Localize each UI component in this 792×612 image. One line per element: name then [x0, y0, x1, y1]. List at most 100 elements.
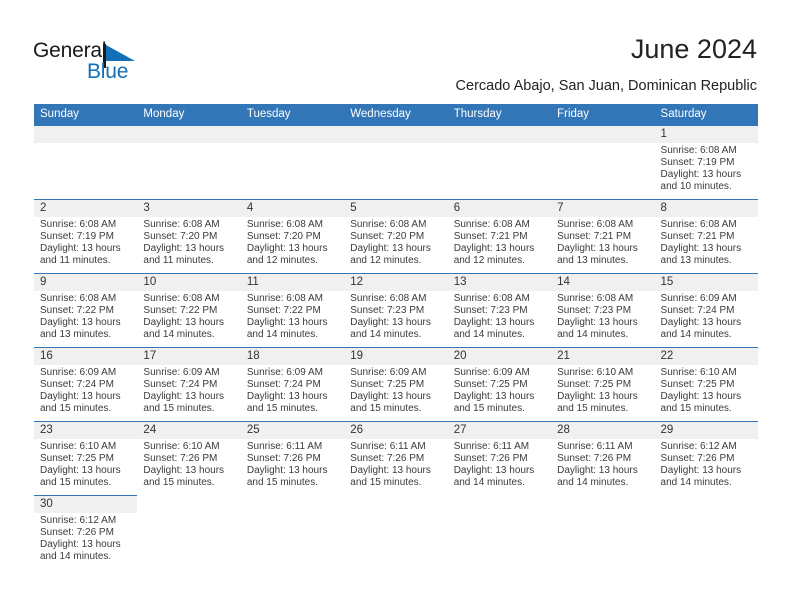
day-cell[interactable]: 23 Sunrise: 6:10 AM Sunset: 7:25 PM Dayligh… [34, 421, 138, 495]
weekday-header-sunday: Sunday [34, 104, 138, 125]
sunset-text: Sunset: 7:23 PM [557, 304, 632, 316]
day-number: 1 [654, 126, 758, 143]
day-number-band [344, 126, 448, 143]
sunset-text: Sunset: 7:20 PM [143, 230, 218, 242]
day-cell[interactable]: 15 Sunrise: 6:09 AM Sunset: 7:24 PM Dayligh… [654, 273, 758, 347]
sunset-text: Sunset: 7:21 PM [660, 230, 735, 242]
daylight-text-line2: and 14 minutes. [143, 328, 215, 340]
day-number-band [447, 126, 552, 143]
sunrise-text: Sunrise: 6:08 AM [660, 219, 737, 230]
day-detail: Sunrise: 6:08 AM Sunset: 7:22 PM Daylight:… [241, 291, 344, 341]
day-cell[interactable]: 16 Sunrise: 6:09 AM Sunset: 7:24 PM Dayligh… [34, 347, 138, 421]
day-cell[interactable]: 17 Sunrise: 6:09 AM Sunset: 7:24 PM Dayligh… [137, 347, 241, 421]
day-cell[interactable]: 1 Sunrise: 6:08 AM Sunset: 7:19 PM Daylight… [654, 125, 758, 199]
daylight-text-line1: Daylight: 13 hours [246, 316, 328, 328]
sunrise-text: Sunrise: 6:08 AM [40, 219, 117, 230]
day-detail: Sunrise: 6:08 AM Sunset: 7:20 PM Daylight:… [137, 217, 240, 267]
day-cell[interactable]: 30 Sunrise: 6:12 AM Sunset: 7:26 PM Dayligh… [34, 495, 138, 569]
calendar-cell-day: 13 Sunrise: 6:08 AM Sunset: 7:23 PM Dayligh… [447, 273, 552, 347]
day-detail: Sunrise: 6:11 AM Sunset: 7:26 PM Daylight:… [241, 439, 344, 489]
logo-text-general: General [33, 39, 107, 62]
day-cell[interactable]: 2 Sunrise: 6:08 AM Sunset: 7:19 PM Daylight… [34, 199, 138, 273]
daylight-text-line2: and 15 minutes. [40, 402, 112, 414]
calendar-cell-blank [447, 495, 552, 569]
day-cell-blank [447, 495, 552, 569]
sunrise-text: Sunrise: 6:09 AM [660, 293, 737, 304]
daylight-text-line2: and 14 minutes. [660, 328, 732, 340]
day-cell[interactable]: 12 Sunrise: 6:08 AM Sunset: 7:23 PM Dayligh… [344, 273, 448, 347]
sunrise-text: Sunrise: 6:08 AM [453, 219, 530, 230]
day-cell[interactable]: 6 Sunrise: 6:08 AM Sunset: 7:21 PM Daylight… [447, 199, 552, 273]
day-detail: Sunrise: 6:08 AM Sunset: 7:19 PM Daylight:… [34, 217, 137, 267]
day-cell[interactable]: 10 Sunrise: 6:08 AM Sunset: 7:22 PM Dayligh… [137, 273, 241, 347]
day-detail: Sunrise: 6:10 AM Sunset: 7:26 PM Daylight:… [137, 439, 240, 489]
day-detail: Sunrise: 6:08 AM Sunset: 7:23 PM Daylight:… [344, 291, 447, 341]
sunrise-text: Sunrise: 6:08 AM [557, 293, 634, 304]
day-cell[interactable]: 25 Sunrise: 6:11 AM Sunset: 7:26 PM Dayligh… [240, 421, 345, 495]
general-blue-logo[interactable]: General Blue [33, 40, 213, 88]
day-cell[interactable]: 8 Sunrise: 6:08 AM Sunset: 7:21 PM Daylight… [654, 199, 758, 273]
calendar-cell-empty [551, 125, 655, 199]
day-cell[interactable]: 26 Sunrise: 6:11 AM Sunset: 7:26 PM Dayligh… [344, 421, 448, 495]
calendar-cell-blank [240, 495, 345, 569]
daylight-text-line1: Daylight: 13 hours [660, 316, 742, 328]
calendar-cell-day: 21 Sunrise: 6:10 AM Sunset: 7:25 PM Dayligh… [551, 347, 655, 421]
daylight-text-line1: Daylight: 13 hours [246, 390, 328, 402]
sunrise-text: Sunrise: 6:08 AM [246, 219, 323, 230]
daylight-text-line1: Daylight: 13 hours [453, 242, 535, 254]
sunrise-text: Sunrise: 6:08 AM [453, 293, 530, 304]
daylight-text-line1: Daylight: 13 hours [246, 242, 328, 254]
day-number: 15 [654, 274, 758, 291]
day-number: 16 [34, 348, 138, 365]
daylight-text-line2: and 14 minutes. [453, 476, 525, 488]
day-cell[interactable]: 5 Sunrise: 6:08 AM Sunset: 7:20 PM Daylight… [344, 199, 448, 273]
day-number: 24 [137, 422, 241, 439]
day-cell-blank [551, 495, 655, 569]
day-cell[interactable]: 28 Sunrise: 6:11 AM Sunset: 7:26 PM Dayligh… [551, 421, 655, 495]
day-cell-empty [344, 125, 448, 199]
daylight-text-line1: Daylight: 13 hours [453, 316, 535, 328]
day-cell[interactable]: 29 Sunrise: 6:12 AM Sunset: 7:26 PM Dayligh… [654, 421, 758, 495]
daylight-text-line2: and 13 minutes. [557, 254, 629, 266]
day-cell[interactable]: 18 Sunrise: 6:09 AM Sunset: 7:24 PM Dayligh… [240, 347, 345, 421]
day-cell[interactable]: 21 Sunrise: 6:10 AM Sunset: 7:25 PM Dayligh… [551, 347, 655, 421]
sunrise-text: Sunrise: 6:10 AM [143, 441, 220, 452]
daylight-text-line2: and 15 minutes. [143, 476, 215, 488]
calendar-body: 1 Sunrise: 6:08 AM Sunset: 7:19 PM Daylight… [34, 125, 758, 569]
day-cell[interactable]: 22 Sunrise: 6:10 AM Sunset: 7:25 PM Dayligh… [654, 347, 758, 421]
weekday-header-tuesday: Tuesday [240, 104, 345, 125]
sunrise-text: Sunrise: 6:09 AM [143, 367, 220, 378]
daylight-text-line1: Daylight: 13 hours [557, 242, 638, 254]
day-number: 27 [447, 422, 552, 439]
daylight-text-line1: Daylight: 13 hours [557, 464, 638, 476]
day-cell-empty [34, 125, 138, 199]
day-cell[interactable]: 4 Sunrise: 6:08 AM Sunset: 7:20 PM Daylight… [240, 199, 345, 273]
sunrise-text: Sunrise: 6:10 AM [660, 367, 737, 378]
day-cell[interactable]: 11 Sunrise: 6:08 AM Sunset: 7:22 PM Dayligh… [240, 273, 345, 347]
day-detail: Sunrise: 6:09 AM Sunset: 7:24 PM Daylight:… [34, 365, 137, 415]
day-detail: Sunrise: 6:09 AM Sunset: 7:25 PM Daylight:… [344, 365, 447, 415]
day-cell-blank [137, 495, 241, 569]
day-cell[interactable]: 9 Sunrise: 6:08 AM Sunset: 7:22 PM Daylight… [34, 273, 138, 347]
day-cell[interactable]: 13 Sunrise: 6:08 AM Sunset: 7:23 PM Dayligh… [447, 273, 552, 347]
calendar-cell-day: 2 Sunrise: 6:08 AM Sunset: 7:19 PM Daylight… [34, 199, 138, 273]
day-detail: Sunrise: 6:08 AM Sunset: 7:22 PM Daylight:… [34, 291, 137, 341]
day-cell[interactable]: 24 Sunrise: 6:10 AM Sunset: 7:26 PM Dayligh… [137, 421, 241, 495]
page-subtitle-location: Cercado Abajo, San Juan, Dominican Repub… [455, 78, 757, 94]
day-cell[interactable]: 7 Sunrise: 6:08 AM Sunset: 7:21 PM Daylight… [551, 199, 655, 273]
day-number: 6 [447, 200, 552, 217]
daylight-text-line2: and 10 minutes. [660, 180, 732, 192]
sunset-text: Sunset: 7:26 PM [40, 526, 114, 538]
day-cell[interactable]: 20 Sunrise: 6:09 AM Sunset: 7:25 PM Dayligh… [447, 347, 552, 421]
daylight-text-line1: Daylight: 13 hours [143, 390, 225, 402]
day-cell[interactable]: 19 Sunrise: 6:09 AM Sunset: 7:25 PM Dayligh… [344, 347, 448, 421]
sunset-text: Sunset: 7:24 PM [143, 378, 218, 390]
calendar-cell-day: 30 Sunrise: 6:12 AM Sunset: 7:26 PM Dayligh… [34, 495, 138, 569]
sunset-text: Sunset: 7:26 PM [453, 452, 528, 464]
day-detail: Sunrise: 6:08 AM Sunset: 7:22 PM Daylight:… [137, 291, 240, 341]
day-cell[interactable]: 3 Sunrise: 6:08 AM Sunset: 7:20 PM Daylight… [137, 199, 241, 273]
sunrise-text: Sunrise: 6:08 AM [557, 219, 634, 230]
calendar-cell-empty [137, 125, 241, 199]
day-cell[interactable]: 27 Sunrise: 6:11 AM Sunset: 7:26 PM Dayligh… [447, 421, 552, 495]
day-cell[interactable]: 14 Sunrise: 6:08 AM Sunset: 7:23 PM Dayligh… [551, 273, 655, 347]
